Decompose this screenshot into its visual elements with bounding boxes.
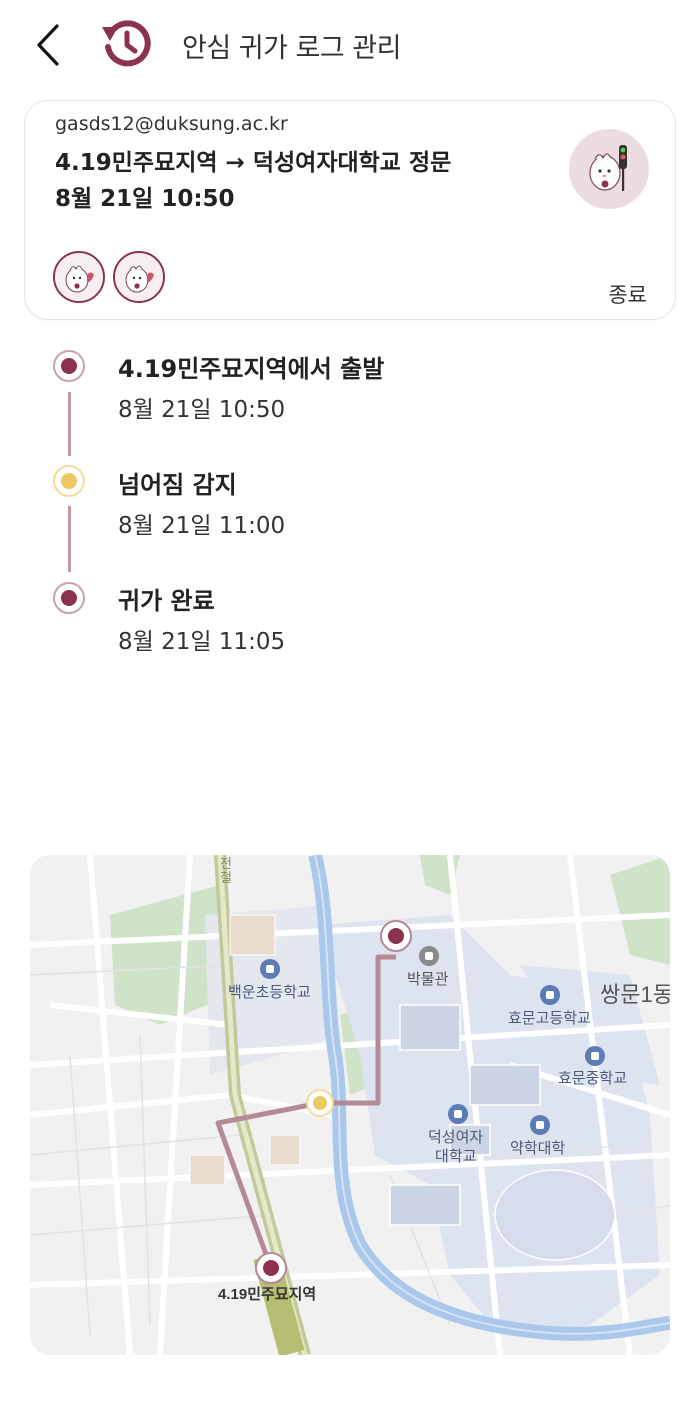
school-icon[interactable]	[585, 1046, 605, 1066]
map-label-district: 쌍문1동	[600, 982, 670, 1007]
guardian-avatar[interactable]	[113, 251, 165, 303]
timeline-alert-marker	[53, 465, 85, 497]
timeline-event-title: 귀가 완료	[118, 587, 215, 615]
map-label-highschool: 효문고등학교	[508, 1010, 591, 1027]
page-title: 안심 귀가 로그 관리	[182, 33, 401, 64]
timeline-event-time: 8월 21일 11:05	[118, 629, 286, 655]
school-icon[interactable]	[260, 959, 280, 979]
guardian-avatar[interactable]	[53, 251, 105, 303]
status-badge: 종료	[608, 283, 647, 307]
map-label-museum: 박물관	[407, 971, 449, 988]
trip-start-time: 8월 21일 10:50	[55, 186, 235, 212]
university-icon[interactable]	[530, 1115, 550, 1135]
timeline-end-marker	[53, 582, 85, 614]
mascot-icon	[55, 253, 103, 301]
back-button[interactable]	[28, 20, 68, 70]
map-label-university: 대학교	[435, 1148, 477, 1165]
guardian-list	[53, 251, 165, 303]
map-label-railway: 전철	[220, 856, 232, 885]
map-label-middleschool: 효문중학교	[558, 1070, 628, 1087]
mascot-avatar	[569, 129, 649, 209]
timeline-event-title: 4.19민주묘지역에서 출발	[118, 355, 385, 383]
timeline-event-time: 8월 21일 11:00	[118, 513, 286, 539]
mascot-traffic-light-icon	[589, 145, 627, 191]
chevron-left-icon	[37, 24, 59, 66]
user-email: gasds12@duksung.ac.kr	[55, 113, 288, 135]
timeline-connector	[68, 392, 71, 456]
map-canvas[interactable]	[30, 855, 670, 1355]
timeline-start-marker	[53, 350, 85, 382]
museum-icon[interactable]	[419, 946, 439, 966]
timeline-event-title: 넘어짐 감지	[118, 471, 237, 499]
map-label-pharmacy: 약학대학	[510, 1140, 566, 1157]
university-icon[interactable]	[448, 1104, 468, 1124]
school-icon[interactable]	[540, 985, 560, 1005]
trip-route: 4.19민주묘지역 → 덕성여자대학교 정문	[55, 150, 452, 176]
timeline-event-time: 8월 21일 10:50	[118, 397, 286, 423]
mascot-icon	[115, 253, 163, 301]
trip-summary-card[interactable]: gasds12@duksung.ac.kr 4.19민주묘지역 → 덕성여자대학…	[24, 100, 676, 320]
history-icon	[102, 20, 151, 67]
map-label-elementary: 백운초등학교	[228, 984, 311, 1001]
timeline-connector	[68, 506, 71, 572]
map-label-station: 4.19민주묘지역	[218, 1286, 317, 1303]
header-bar: 안심 귀가 로그 관리	[0, 0, 700, 90]
route-map[interactable]: 박물관 백운초등학교 효문고등학교 효문중학교 덕성여자 대학교 약학대학 쌍문…	[30, 855, 670, 1355]
map-label-university: 덕성여자	[428, 1129, 484, 1146]
trip-timeline: 4.19민주묘지역에서 출발 8월 21일 10:50 넘어짐 감지 8월 21…	[0, 340, 700, 660]
